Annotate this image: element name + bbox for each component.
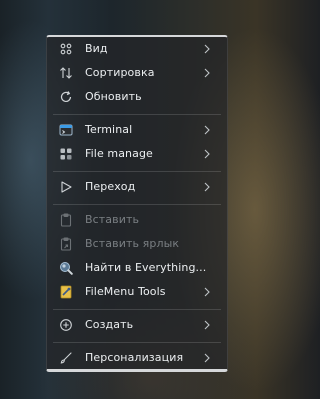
chevron-right-icon [202,352,212,364]
play-outline-icon [59,180,73,194]
refresh-icon [59,90,73,104]
paste-icon [59,213,73,227]
menu-separator [53,342,221,343]
grid-icon [59,42,73,56]
plus-circle-icon [59,318,73,332]
menu-separator [53,114,221,115]
menu-item-label: File manage [85,147,153,160]
menu-item-terminal[interactable]: Terminal [47,118,227,142]
menu-item-filemenu-tools[interactable]: FileMenu Tools [47,280,227,304]
menu-item-file-manage[interactable]: File manage [47,142,227,166]
chevron-right-icon [202,286,212,298]
chevron-right-icon [202,67,212,79]
menu-item-label: Найти в Everything... [85,261,207,274]
chevron-right-icon [202,124,212,136]
menu-item-refresh[interactable]: Обновить [47,85,227,109]
file-manage-icon [59,147,73,161]
menu-item-search-everything[interactable]: Найти в Everything... [47,256,227,280]
chevron-right-icon [202,319,212,331]
menu-item-label: Создать [85,318,134,331]
menu-item-paste[interactable]: Вставить [47,208,227,232]
context-menu: Вид Сортировка Обновить Terminal File ma… [46,35,228,372]
filemenu-tools-icon [59,285,73,299]
menu-separator [53,309,221,310]
menu-item-label: FileMenu Tools [85,285,166,298]
menu-item-label: Terminal [85,123,133,136]
menu-item-create[interactable]: Создать [47,313,227,337]
chevron-right-icon [202,43,212,55]
menu-item-go-to[interactable]: Переход [47,175,227,199]
brush-icon [59,351,73,365]
menu-item-label: Сортировка [85,66,155,79]
menu-item-personalization[interactable]: Персонализация [47,346,227,370]
menu-item-label: Вставить [85,213,140,226]
chevron-right-icon [202,148,212,160]
menu-item-label: Вид [85,42,108,55]
menu-item-paste-shortcut[interactable]: Вставить ярлык [47,232,227,256]
menu-item-sort[interactable]: Сортировка [47,61,227,85]
menu-item-label: Вставить ярлык [85,237,180,250]
terminal-icon [59,123,73,137]
everything-search-icon [59,261,73,275]
chevron-right-icon [202,181,212,193]
menu-item-label: Переход [85,180,136,193]
menu-item-view[interactable]: Вид [47,37,227,61]
sort-arrows-icon [59,66,73,80]
paste-shortcut-icon [59,237,73,251]
menu-separator [53,171,221,172]
menu-item-label: Обновить [85,90,142,103]
menu-separator [53,204,221,205]
menu-item-label: Персонализация [85,351,184,364]
